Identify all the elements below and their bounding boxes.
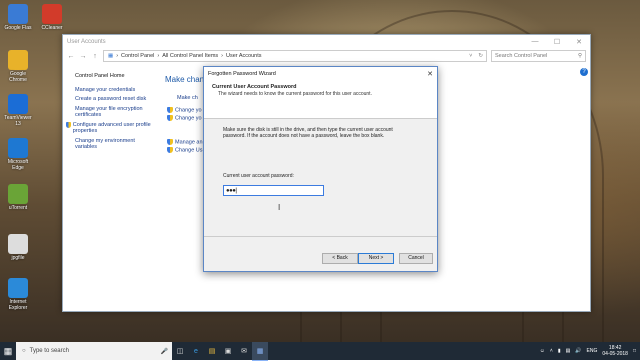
desktop-shortcut-label: Google Chrome: [9, 71, 27, 83]
desktop-shortcut-label: CCleaner: [41, 25, 63, 31]
search-icon: ⚲: [577, 53, 582, 59]
control-panel-icon: ▦: [108, 53, 114, 59]
utorrent-icon: [8, 184, 28, 204]
main-heading: Make chan: [165, 75, 205, 84]
volume-icon[interactable]: 🔊: [575, 348, 581, 354]
shield-icon: [167, 138, 173, 145]
nav-link[interactable]: Create a password reset disk: [75, 96, 155, 103]
main-link[interactable]: Change yo: [167, 115, 203, 122]
system-tray: ☺ ˄ ▮ ▤ 🔊 ENG 18:42 04-05-2018 □: [540, 345, 640, 357]
nav-link[interactable]: Change my environment variables: [75, 138, 155, 151]
windows-start-icon[interactable]: ▦: [0, 346, 16, 357]
wizard-title: Forgotten Password Wizard: [208, 70, 276, 77]
help-icon[interactable]: ?: [580, 68, 588, 76]
clock[interactable]: 18:42 04-05-2018: [602, 345, 628, 357]
main-link[interactable]: Manage an: [167, 138, 203, 145]
file-explorer-icon[interactable]: ▤: [204, 342, 220, 360]
address-bar-row: ← → ↑ ▦ › Control Panel › All Control Pa…: [63, 49, 590, 63]
app-icon: [8, 4, 28, 24]
forward-arrow-icon[interactable]: →: [79, 53, 87, 60]
edge-icon[interactable]: e: [188, 342, 204, 360]
network-icon[interactable]: ▤: [566, 348, 571, 354]
back-arrow-icon[interactable]: ←: [67, 53, 75, 60]
text-cursor-icon: I: [278, 203, 281, 212]
window-title-bar[interactable]: User Accounts — ☐ ✕: [63, 35, 590, 49]
desktop-shortcut[interactable]: uTorrent: [2, 184, 34, 211]
desktop-shortcut-label: Internet Explorer: [8, 299, 28, 311]
desktop-shortcut-label: Google Flas: [4, 25, 32, 31]
notifications-icon[interactable]: □: [633, 348, 636, 354]
main-links: Make ch Change yo Change yo Manage an Ch…: [167, 95, 203, 154]
desktop-shortcut[interactable]: Internet Explorer: [2, 278, 34, 311]
people-icon[interactable]: ☺: [540, 348, 545, 354]
password-label: Current user account password:: [223, 173, 294, 179]
microphone-icon[interactable]: 🎤: [161, 348, 172, 355]
taskbar-search[interactable]: ○ Type to search 🎤: [16, 342, 172, 360]
wizard-footer: < Back Next > Cancel: [204, 236, 437, 271]
ie-icon: [8, 278, 28, 298]
desktop-shortcut[interactable]: jpgfile: [2, 234, 34, 261]
task-view-icon[interactable]: ◫: [172, 342, 188, 360]
back-button[interactable]: < Back: [322, 253, 358, 264]
minimize-icon[interactable]: —: [524, 38, 546, 46]
desktop-shortcut[interactable]: Google Flas: [2, 4, 34, 31]
main-link[interactable]: Change yo: [167, 107, 203, 113]
desktop-shortcut-label: jpgfile: [11, 255, 25, 261]
chevron-up-icon[interactable]: ˄: [550, 348, 553, 354]
search-icon: ○: [22, 348, 26, 354]
wizard-subheading: The wizard needs to know the current pas…: [218, 91, 372, 97]
taskbar: ▦ ○ Type to search 🎤 ◫ e ▤ ▣ ✉ ▦ ☺ ˄ ▮ ▤…: [0, 341, 640, 361]
shield-icon: [66, 121, 71, 128]
mail-icon[interactable]: ✉: [236, 342, 252, 360]
desktop-shortcut[interactable]: Google Chrome: [2, 50, 34, 83]
main-link[interactable]: Change Us: [167, 147, 203, 154]
wizard-header: Current User Account Password The wizard…: [204, 80, 437, 119]
shield-icon: [167, 115, 173, 122]
up-arrow-icon[interactable]: ↑: [91, 53, 99, 60]
desktop-shortcut[interactable]: Microsoft Edge: [2, 138, 34, 171]
desktop-shortcut-label: uTorrent: [8, 205, 28, 211]
chrome-icon: [8, 50, 28, 70]
password-input[interactable]: ●●● |: [223, 185, 324, 196]
edge-icon: [8, 138, 28, 158]
shield-icon: [167, 107, 173, 113]
nav-link[interactable]: Manage your file encryption certificates: [75, 106, 155, 119]
ccleaner-icon: [42, 4, 62, 24]
chevron-down-icon[interactable]: ˅: [469, 53, 475, 59]
search-input[interactable]: Search Control Panel ⚲: [491, 50, 586, 62]
shield-icon: [167, 147, 173, 154]
breadcrumb-item[interactable]: All Control Panel Items: [162, 53, 218, 59]
refresh-icon[interactable]: ↻: [478, 53, 486, 59]
desktop-shortcut[interactable]: TeamViewer 13: [2, 94, 34, 127]
main-link[interactable]: Make ch: [177, 95, 203, 101]
desktop: Google Flas CCleaner Google Chrome TeamView…: [0, 0, 640, 342]
address-bar[interactable]: ▦ › Control Panel › All Control Panel It…: [103, 50, 487, 62]
control-panel-home-link[interactable]: Control Panel Home: [75, 73, 155, 80]
breadcrumb-item[interactable]: User Accounts: [226, 53, 261, 59]
close-icon[interactable]: ✕: [568, 38, 590, 46]
store-icon[interactable]: ▣: [220, 342, 236, 360]
language-indicator[interactable]: ENG: [587, 348, 598, 354]
nav-link[interactable]: Manage your credentials: [75, 87, 155, 94]
forgotten-password-wizard: Forgotten Password Wizard ✕ Current User…: [203, 66, 438, 272]
wizard-title-bar[interactable]: Forgotten Password Wizard ✕: [204, 67, 437, 80]
battery-icon[interactable]: ▮: [558, 348, 561, 354]
desktop-shortcut-label: Microsoft Edge: [7, 159, 29, 171]
maximize-icon[interactable]: ☐: [546, 38, 568, 46]
nav-link[interactable]: Configure advanced user profile properti…: [66, 121, 155, 135]
breadcrumb-item[interactable]: Control Panel: [121, 53, 154, 59]
control-panel-taskbar-icon[interactable]: ▦: [252, 341, 268, 361]
image-file-icon: [8, 234, 28, 254]
cancel-button[interactable]: Cancel: [399, 253, 433, 264]
window-title: User Accounts: [67, 39, 106, 45]
next-button[interactable]: Next >: [358, 253, 394, 264]
teamviewer-icon: [8, 94, 28, 114]
desktop-shortcut[interactable]: CCleaner: [36, 4, 68, 31]
close-icon[interactable]: ✕: [423, 70, 437, 78]
wizard-heading: Current User Account Password: [212, 84, 297, 90]
wizard-description: Make sure the disk is still in the drive…: [223, 127, 393, 139]
left-navigation: Control Panel Home Manage your credentia…: [66, 73, 155, 154]
wizard-body: Make sure the disk is still in the drive…: [204, 119, 437, 196]
desktop-shortcut-label: TeamViewer 13: [4, 115, 32, 127]
